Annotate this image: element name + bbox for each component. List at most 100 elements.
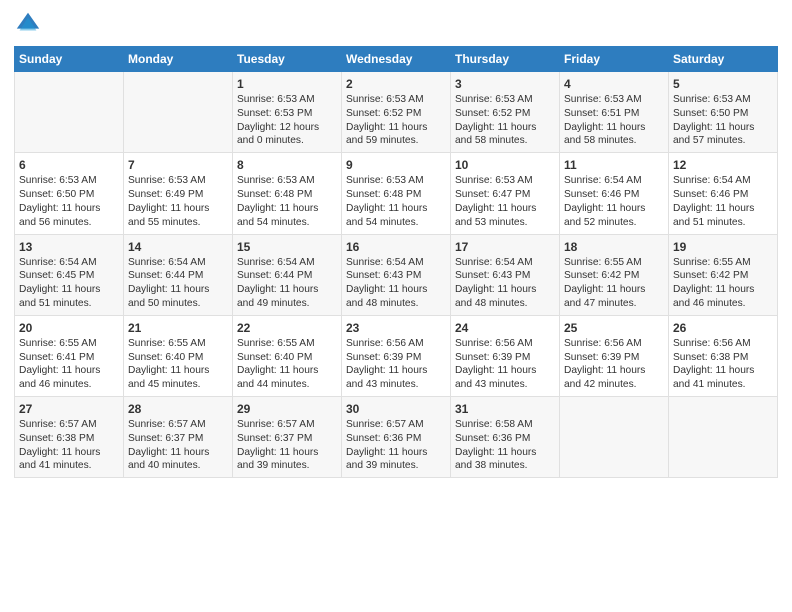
cell-content: Sunrise: 6:55 AMSunset: 6:40 PMDaylight:…: [237, 337, 337, 392]
calendar-body: 1Sunrise: 6:53 AMSunset: 6:53 PMDaylight…: [15, 72, 778, 478]
day-number: 22: [237, 320, 337, 336]
cell-content: Sunrise: 6:57 AMSunset: 6:37 PMDaylight:…: [128, 418, 228, 473]
page: SundayMondayTuesdayWednesdayThursdayFrid…: [0, 0, 792, 612]
day-header-friday: Friday: [560, 47, 669, 72]
day-header-wednesday: Wednesday: [342, 47, 451, 72]
calendar-cell: 7Sunrise: 6:53 AMSunset: 6:49 PMDaylight…: [124, 153, 233, 234]
week-row-2: 6Sunrise: 6:53 AMSunset: 6:50 PMDaylight…: [15, 153, 778, 234]
calendar-cell: 8Sunrise: 6:53 AMSunset: 6:48 PMDaylight…: [233, 153, 342, 234]
day-number: 1: [237, 76, 337, 92]
cell-content: Sunrise: 6:53 AMSunset: 6:48 PMDaylight:…: [346, 174, 446, 229]
cell-content: Sunrise: 6:53 AMSunset: 6:51 PMDaylight:…: [564, 93, 664, 148]
day-number: 15: [237, 239, 337, 255]
day-number: 25: [564, 320, 664, 336]
cell-content: Sunrise: 6:56 AMSunset: 6:39 PMDaylight:…: [564, 337, 664, 392]
calendar-cell: 10Sunrise: 6:53 AMSunset: 6:47 PMDayligh…: [451, 153, 560, 234]
week-row-4: 20Sunrise: 6:55 AMSunset: 6:41 PMDayligh…: [15, 315, 778, 396]
calendar-cell: 3Sunrise: 6:53 AMSunset: 6:52 PMDaylight…: [451, 72, 560, 153]
calendar-header: SundayMondayTuesdayWednesdayThursdayFrid…: [15, 47, 778, 72]
calendar-cell: 23Sunrise: 6:56 AMSunset: 6:39 PMDayligh…: [342, 315, 451, 396]
cell-content: Sunrise: 6:53 AMSunset: 6:48 PMDaylight:…: [237, 174, 337, 229]
header: [14, 10, 778, 38]
calendar-cell: 6Sunrise: 6:53 AMSunset: 6:50 PMDaylight…: [15, 153, 124, 234]
calendar-cell: 12Sunrise: 6:54 AMSunset: 6:46 PMDayligh…: [669, 153, 778, 234]
cell-content: Sunrise: 6:55 AMSunset: 6:42 PMDaylight:…: [673, 256, 773, 311]
calendar-cell: [124, 72, 233, 153]
cell-content: Sunrise: 6:53 AMSunset: 6:49 PMDaylight:…: [128, 174, 228, 229]
day-number: 27: [19, 401, 119, 417]
calendar-cell: 27Sunrise: 6:57 AMSunset: 6:38 PMDayligh…: [15, 397, 124, 478]
cell-content: Sunrise: 6:53 AMSunset: 6:52 PMDaylight:…: [455, 93, 555, 148]
calendar-cell: 22Sunrise: 6:55 AMSunset: 6:40 PMDayligh…: [233, 315, 342, 396]
day-number: 31: [455, 401, 555, 417]
day-number: 16: [346, 239, 446, 255]
calendar-cell: 14Sunrise: 6:54 AMSunset: 6:44 PMDayligh…: [124, 234, 233, 315]
calendar-cell: 31Sunrise: 6:58 AMSunset: 6:36 PMDayligh…: [451, 397, 560, 478]
day-number: 7: [128, 157, 228, 173]
cell-content: Sunrise: 6:54 AMSunset: 6:43 PMDaylight:…: [346, 256, 446, 311]
day-number: 5: [673, 76, 773, 92]
cell-content: Sunrise: 6:57 AMSunset: 6:36 PMDaylight:…: [346, 418, 446, 473]
cell-content: Sunrise: 6:54 AMSunset: 6:46 PMDaylight:…: [673, 174, 773, 229]
day-number: 23: [346, 320, 446, 336]
day-number: 17: [455, 239, 555, 255]
calendar-cell: 25Sunrise: 6:56 AMSunset: 6:39 PMDayligh…: [560, 315, 669, 396]
day-header-sunday: Sunday: [15, 47, 124, 72]
day-number: 30: [346, 401, 446, 417]
cell-content: Sunrise: 6:58 AMSunset: 6:36 PMDaylight:…: [455, 418, 555, 473]
calendar-cell: 17Sunrise: 6:54 AMSunset: 6:43 PMDayligh…: [451, 234, 560, 315]
day-number: 18: [564, 239, 664, 255]
calendar-cell: 2Sunrise: 6:53 AMSunset: 6:52 PMDaylight…: [342, 72, 451, 153]
calendar-cell: 20Sunrise: 6:55 AMSunset: 6:41 PMDayligh…: [15, 315, 124, 396]
calendar-cell: 26Sunrise: 6:56 AMSunset: 6:38 PMDayligh…: [669, 315, 778, 396]
calendar-cell: 21Sunrise: 6:55 AMSunset: 6:40 PMDayligh…: [124, 315, 233, 396]
cell-content: Sunrise: 6:53 AMSunset: 6:52 PMDaylight:…: [346, 93, 446, 148]
day-number: 20: [19, 320, 119, 336]
calendar-cell: 24Sunrise: 6:56 AMSunset: 6:39 PMDayligh…: [451, 315, 560, 396]
calendar-table: SundayMondayTuesdayWednesdayThursdayFrid…: [14, 46, 778, 478]
cell-content: Sunrise: 6:54 AMSunset: 6:44 PMDaylight:…: [237, 256, 337, 311]
logo: [14, 10, 46, 38]
cell-content: Sunrise: 6:54 AMSunset: 6:44 PMDaylight:…: [128, 256, 228, 311]
logo-icon: [14, 10, 42, 38]
day-number: 2: [346, 76, 446, 92]
day-number: 8: [237, 157, 337, 173]
cell-content: Sunrise: 6:53 AMSunset: 6:47 PMDaylight:…: [455, 174, 555, 229]
calendar-cell: 30Sunrise: 6:57 AMSunset: 6:36 PMDayligh…: [342, 397, 451, 478]
day-header-saturday: Saturday: [669, 47, 778, 72]
cell-content: Sunrise: 6:55 AMSunset: 6:41 PMDaylight:…: [19, 337, 119, 392]
day-number: 6: [19, 157, 119, 173]
cell-content: Sunrise: 6:54 AMSunset: 6:43 PMDaylight:…: [455, 256, 555, 311]
day-number: 24: [455, 320, 555, 336]
day-header-monday: Monday: [124, 47, 233, 72]
cell-content: Sunrise: 6:54 AMSunset: 6:45 PMDaylight:…: [19, 256, 119, 311]
calendar-cell: 18Sunrise: 6:55 AMSunset: 6:42 PMDayligh…: [560, 234, 669, 315]
calendar-cell: 28Sunrise: 6:57 AMSunset: 6:37 PMDayligh…: [124, 397, 233, 478]
day-number: 28: [128, 401, 228, 417]
calendar-cell: 13Sunrise: 6:54 AMSunset: 6:45 PMDayligh…: [15, 234, 124, 315]
day-number: 29: [237, 401, 337, 417]
week-row-5: 27Sunrise: 6:57 AMSunset: 6:38 PMDayligh…: [15, 397, 778, 478]
day-header-tuesday: Tuesday: [233, 47, 342, 72]
header-row: SundayMondayTuesdayWednesdayThursdayFrid…: [15, 47, 778, 72]
calendar-cell: 15Sunrise: 6:54 AMSunset: 6:44 PMDayligh…: [233, 234, 342, 315]
calendar-cell: 5Sunrise: 6:53 AMSunset: 6:50 PMDaylight…: [669, 72, 778, 153]
cell-content: Sunrise: 6:55 AMSunset: 6:40 PMDaylight:…: [128, 337, 228, 392]
day-number: 19: [673, 239, 773, 255]
cell-content: Sunrise: 6:56 AMSunset: 6:39 PMDaylight:…: [346, 337, 446, 392]
day-header-thursday: Thursday: [451, 47, 560, 72]
cell-content: Sunrise: 6:54 AMSunset: 6:46 PMDaylight:…: [564, 174, 664, 229]
day-number: 26: [673, 320, 773, 336]
cell-content: Sunrise: 6:57 AMSunset: 6:38 PMDaylight:…: [19, 418, 119, 473]
day-number: 10: [455, 157, 555, 173]
cell-content: Sunrise: 6:57 AMSunset: 6:37 PMDaylight:…: [237, 418, 337, 473]
cell-content: Sunrise: 6:56 AMSunset: 6:38 PMDaylight:…: [673, 337, 773, 392]
day-number: 9: [346, 157, 446, 173]
day-number: 11: [564, 157, 664, 173]
day-number: 13: [19, 239, 119, 255]
calendar-cell: 1Sunrise: 6:53 AMSunset: 6:53 PMDaylight…: [233, 72, 342, 153]
calendar-cell: 4Sunrise: 6:53 AMSunset: 6:51 PMDaylight…: [560, 72, 669, 153]
calendar-cell: 29Sunrise: 6:57 AMSunset: 6:37 PMDayligh…: [233, 397, 342, 478]
cell-content: Sunrise: 6:53 AMSunset: 6:50 PMDaylight:…: [19, 174, 119, 229]
cell-content: Sunrise: 6:53 AMSunset: 6:53 PMDaylight:…: [237, 93, 337, 148]
